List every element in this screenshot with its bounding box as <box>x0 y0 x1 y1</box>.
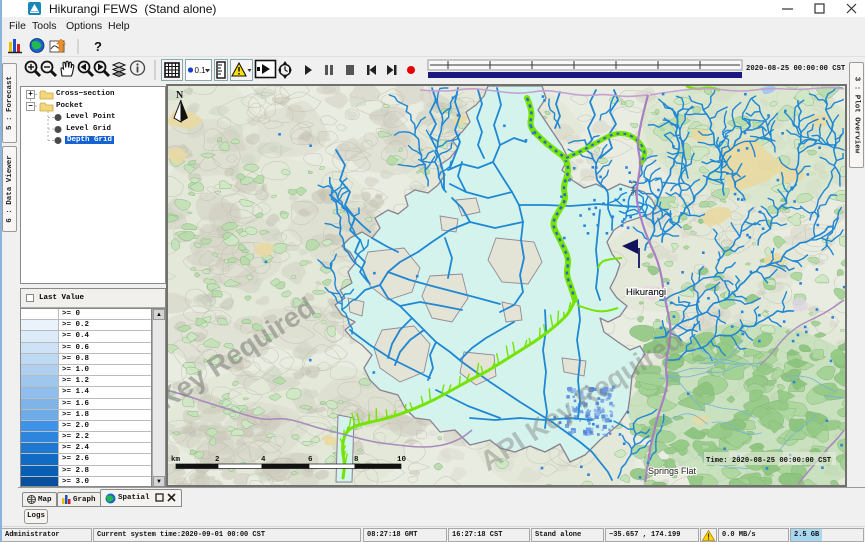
svg-text:?: ? <box>94 39 102 54</box>
svg-text:6: 6 <box>308 456 313 464</box>
svg-text:Time: 2020-08-25 00:00:00 CST: Time: 2020-08-25 00:00:00 CST <box>706 457 832 465</box>
svg-text:SH 1: SH 1 <box>631 180 638 196</box>
svg-text:0.1: 0.1 <box>195 66 207 75</box>
svg-text:km: km <box>171 456 181 464</box>
svg-text:8: 8 <box>354 456 359 464</box>
svg-text:2: 2 <box>215 456 220 464</box>
svg-text:4: 4 <box>261 456 266 464</box>
svg-text:Springs Flat: Springs Flat <box>648 466 697 476</box>
svg-text:10: 10 <box>397 456 407 464</box>
svg-text:N: N <box>176 90 184 101</box>
svg-text:Hikurangi: Hikurangi <box>626 287 666 298</box>
svg-text:2020-08-25 00:00:00 CST: 2020-08-25 00:00:00 CST <box>746 65 846 73</box>
